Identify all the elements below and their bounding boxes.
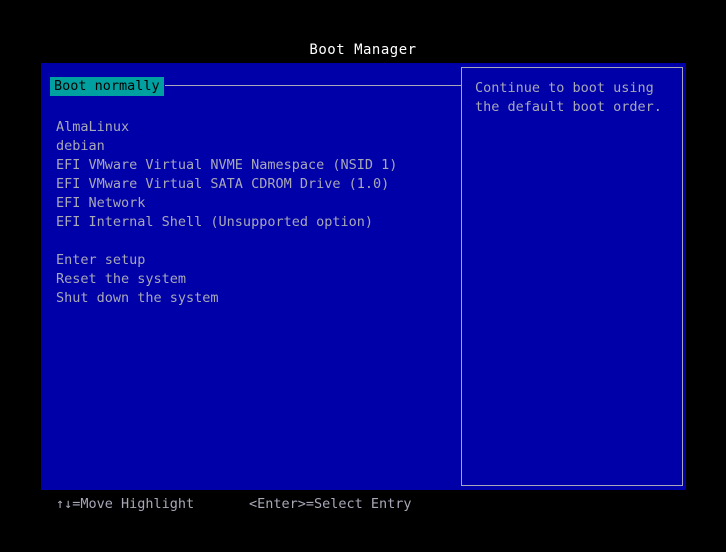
boot-manager-screen: Boot Manager Boot normally AlmaLinux debia… (0, 0, 726, 552)
menu-item[interactable]: Shut down the system (56, 289, 219, 308)
footer-hint: ↑↓=Move Highlight (56, 496, 195, 512)
help-text-line: the default boot order. (475, 99, 662, 115)
help-text-line: Continue to boot using (475, 80, 654, 96)
menu-item-selected[interactable]: Boot normally (50, 77, 164, 96)
menu-item[interactable]: AlmaLinux (56, 118, 129, 137)
footer-hint: <Enter>=Select Entry (249, 496, 412, 512)
menu-item[interactable]: Enter setup (56, 251, 145, 270)
menu-item[interactable]: EFI Internal Shell (Unsupported option) (56, 213, 373, 232)
menu-item[interactable]: EFI VMware Virtual NVME Namespace (NSID … (56, 156, 397, 175)
menu-item[interactable]: EFI VMware Virtual SATA CDROM Drive (1.0… (56, 175, 389, 194)
menu-item[interactable]: debian (56, 137, 105, 156)
menu-item[interactable]: EFI Network (56, 194, 145, 213)
boot-manager-panel: Boot normally AlmaLinux debian EFI VMware V… (41, 63, 686, 490)
boot-menu-list: Boot normally AlmaLinux debian EFI VMware V… (41, 63, 461, 490)
page-title: Boot Manager (309, 42, 417, 58)
help-description-box: Continue to boot using the default boot o… (461, 67, 683, 486)
footer-hint-bar: ↑↓=Move Highlight <Enter>=Select Entry (0, 495, 726, 517)
menu-separator-rule (165, 85, 461, 86)
menu-item[interactable]: Reset the system (56, 270, 186, 289)
